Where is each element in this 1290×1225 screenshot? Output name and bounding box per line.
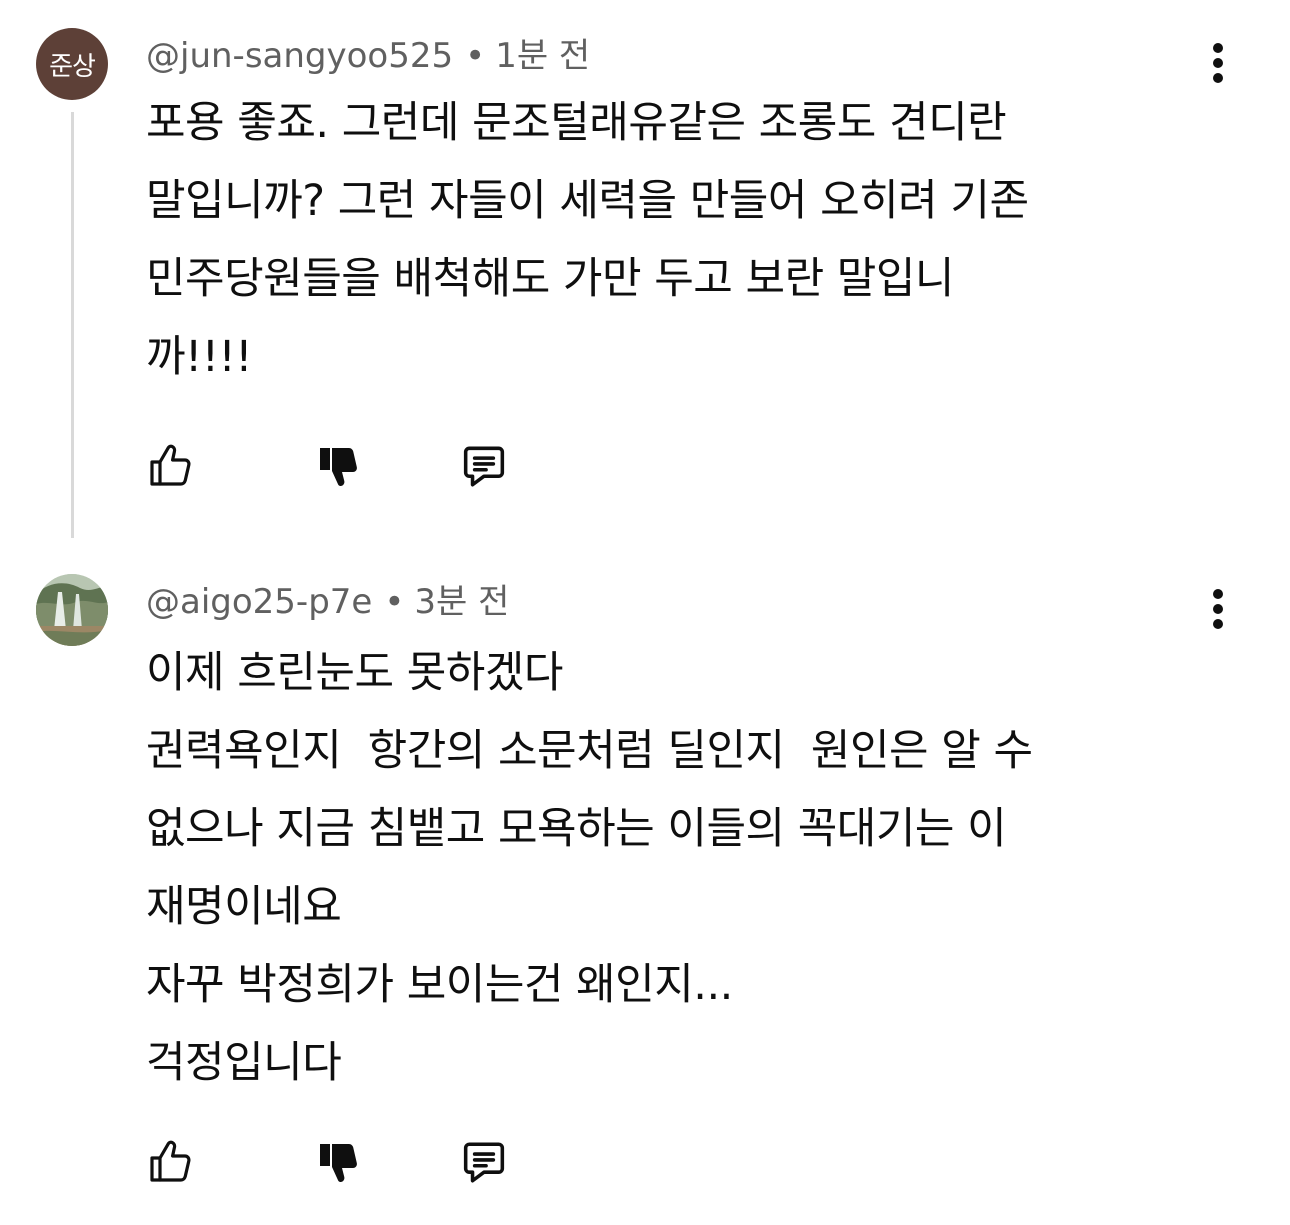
comment-text: 이제 흐린눈도 못하겠다 권력욕인지 항간의 소문처럼 딜인지 원인은 알 수 …: [146, 648, 1033, 1088]
comment-time[interactable]: 3분 전: [414, 582, 509, 622]
thumb-down-filled-icon: [320, 1144, 357, 1183]
thread-line: [71, 112, 74, 538]
more-vert-icon: [1213, 589, 1223, 629]
meta-separator: •: [384, 582, 405, 622]
meta-separator: •: [465, 36, 486, 76]
thumb-up-outline-icon: [150, 444, 191, 486]
avatar[interactable]: [36, 574, 108, 646]
avatar[interactable]: 준상: [36, 28, 108, 100]
author-handle[interactable]: @aigo25-p7e: [146, 582, 372, 622]
comment-icon: [463, 1142, 505, 1183]
reply-button[interactable]: [454, 1132, 514, 1192]
more-options-button[interactable]: [1198, 38, 1238, 88]
comment-icon: [463, 446, 505, 487]
comment-time[interactable]: 1분 전: [495, 36, 590, 76]
comment-text: 포용 좋죠. 그런데 문조털래유같은 조롱도 견디란 말입니까? 그런 자들이 …: [146, 98, 1029, 382]
thumb-down-filled-icon: [320, 448, 357, 487]
dislike-button[interactable]: [308, 436, 368, 496]
more-vert-icon: [1213, 43, 1223, 83]
comment-meta: @jun-sangyoo525 • 1분 전: [146, 36, 590, 76]
comment-meta: @aigo25-p7e • 3분 전: [146, 582, 509, 622]
reply-button[interactable]: [454, 436, 514, 496]
avatar-image: [36, 574, 108, 646]
more-options-button[interactable]: [1198, 584, 1238, 634]
dislike-button[interactable]: [308, 1132, 368, 1192]
author-handle[interactable]: @jun-sangyoo525: [146, 36, 453, 76]
like-button[interactable]: [140, 1132, 200, 1192]
like-button[interactable]: [140, 436, 200, 496]
thumb-up-outline-icon: [150, 1140, 191, 1182]
avatar-initials: 준상: [49, 51, 96, 82]
